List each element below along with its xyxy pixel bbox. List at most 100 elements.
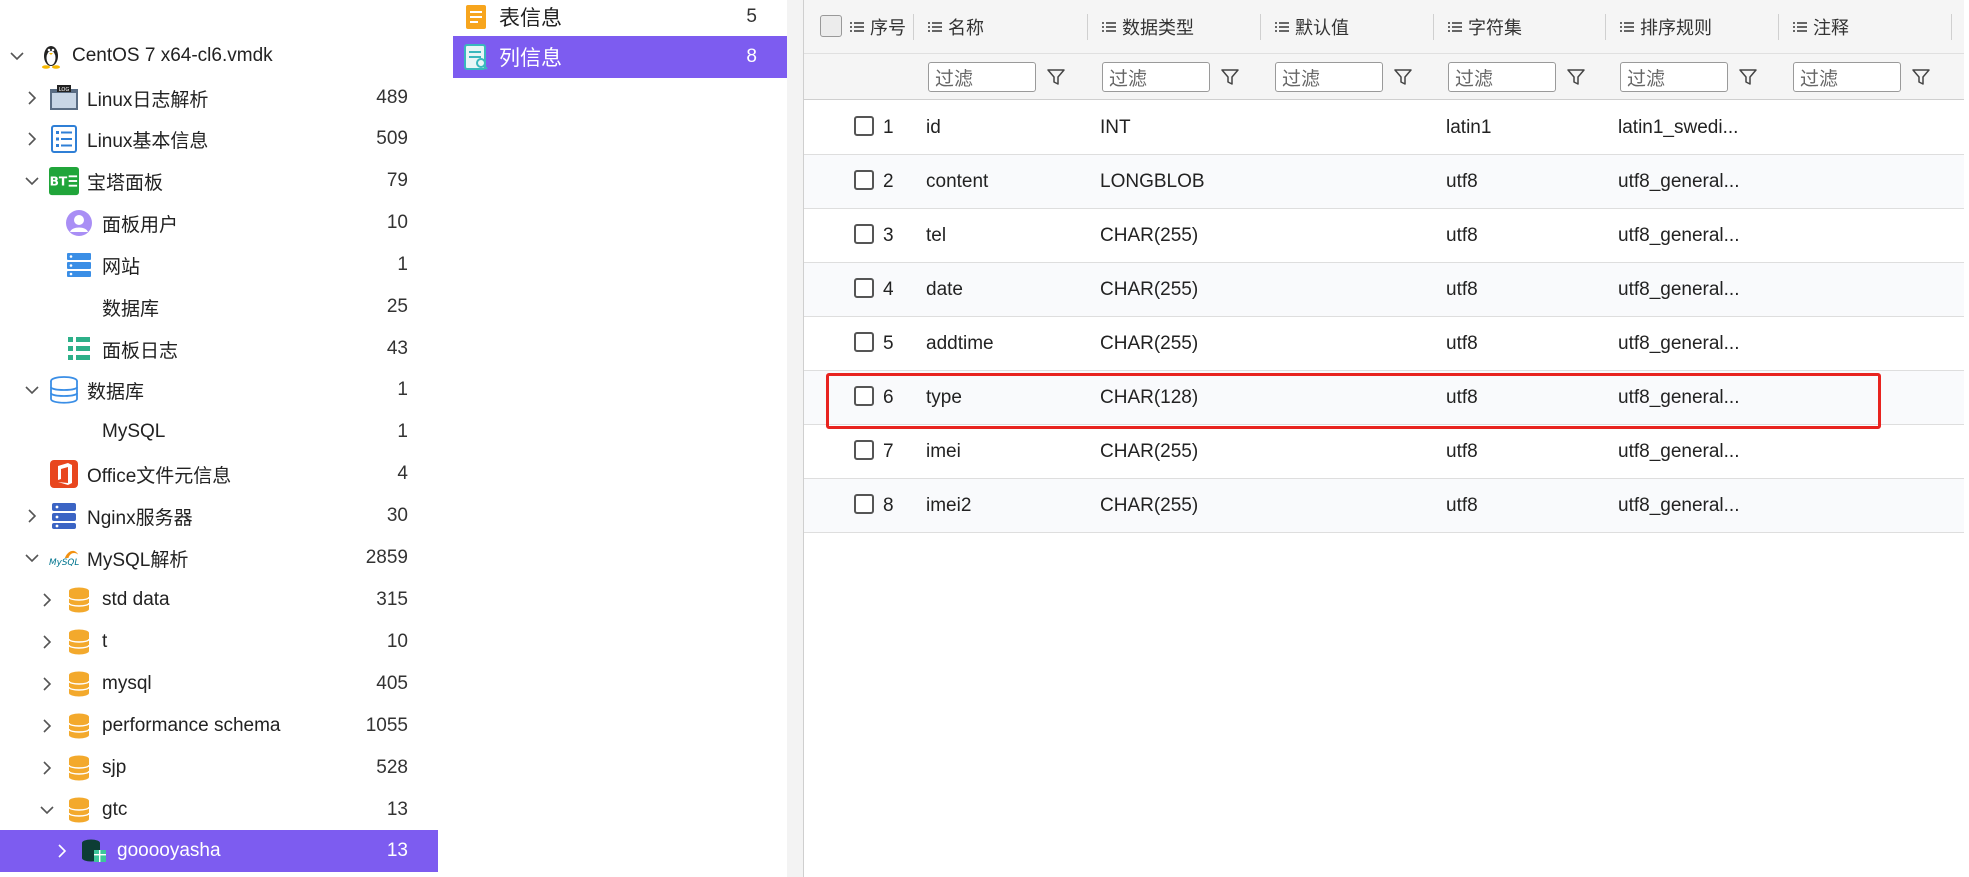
tree-item-count: 4 [397, 463, 408, 484]
chevron-down-icon[interactable] [9, 48, 25, 64]
chevron-down-icon[interactable] [24, 173, 40, 189]
tree-item[interactable]: MySQL 1 [0, 411, 438, 453]
chevron-right-icon[interactable] [39, 718, 55, 734]
table-row[interactable]: 8 imei2 CHAR(255) utf8 utf8_general... [804, 479, 1964, 533]
row-checkbox[interactable] [854, 332, 874, 352]
table-row[interactable]: 1 id INT latin1 latin1_swedi... [804, 101, 1964, 155]
tree-item-label: 宝塔面板 [87, 172, 164, 194]
column-separator[interactable] [1951, 14, 1952, 40]
column-separator[interactable] [913, 14, 914, 40]
column-separator[interactable] [1605, 14, 1606, 40]
column-header[interactable]: 数据类型 [1102, 0, 1261, 54]
chevron-right-icon[interactable] [39, 676, 55, 692]
row-checkbox[interactable] [854, 494, 874, 514]
column-separator[interactable] [1778, 14, 1779, 40]
select-all-checkbox[interactable] [820, 15, 842, 37]
table-row[interactable]: 2 content LONGBLOB utf8 utf8_general... [804, 155, 1964, 209]
tree-item[interactable]: 数据库 25 [0, 286, 438, 328]
tree-item[interactable]: LOG Linux日志解析 489 [0, 77, 438, 119]
tree-item[interactable]: gtc 13 [0, 789, 438, 831]
column-menu-icon[interactable] [1102, 20, 1116, 34]
tree-item[interactable]: BT 宝塔面板 79 [0, 160, 438, 202]
column-menu-icon[interactable] [1448, 20, 1462, 34]
tree-item-label: Office文件元信息 [87, 465, 232, 487]
tree-item-label: sjp [102, 757, 127, 778]
filter-input[interactable]: 过滤 [1448, 62, 1556, 92]
column-header[interactable]: 排序规则 [1620, 0, 1779, 54]
chevron-down-icon[interactable] [24, 550, 40, 566]
tree-item[interactable]: t 10 [0, 621, 438, 663]
chevron-right-icon[interactable] [24, 90, 40, 106]
tree-item[interactable]: 网站 1 [0, 244, 438, 286]
row-checkbox[interactable] [854, 440, 874, 460]
filter-input[interactable]: 过滤 [1102, 62, 1210, 92]
column-separator[interactable] [1260, 14, 1261, 40]
filter-input[interactable]: 过滤 [1275, 62, 1383, 92]
tree-item[interactable]: 数据库 1 [0, 369, 438, 411]
column-menu-icon[interactable] [1793, 20, 1807, 34]
chevron-down-icon[interactable] [39, 802, 55, 818]
tree-item[interactable]: CentOS 7 x64-cl6.vmdk [0, 35, 438, 77]
chevron-right-icon[interactable] [24, 508, 40, 524]
table-row[interactable]: 5 addtime CHAR(255) utf8 utf8_general... [804, 317, 1964, 371]
tree-item[interactable]: Nginx服务器 30 [0, 495, 438, 537]
tree-item[interactable]: 面板用户 10 [0, 202, 438, 244]
chevron-down-icon[interactable] [24, 382, 40, 398]
table-row[interactable]: 3 tel CHAR(255) utf8 utf8_general... [804, 209, 1964, 263]
db-cylinder-icon [64, 585, 94, 615]
chevron-right-icon[interactable] [39, 592, 55, 608]
column-header[interactable]: 序号 [850, 0, 914, 54]
filter-input[interactable]: 过滤 [1620, 62, 1728, 92]
info-list-item[interactable]: 表信息 5 [453, 0, 787, 38]
chevron-right-icon[interactable] [54, 843, 70, 859]
filter-icon[interactable] [1393, 67, 1413, 87]
column-menu-icon[interactable] [1275, 20, 1289, 34]
filter-input[interactable]: 过滤 [1793, 62, 1901, 92]
tree-item[interactable]: MySQL MySQL解析 2859 [0, 537, 438, 579]
column-header[interactable]: 名称 [928, 0, 1088, 54]
column-separator[interactable] [1087, 14, 1088, 40]
tree-item[interactable]: performance schema 1055 [0, 705, 438, 747]
tree-item[interactable]: 面板日志 43 [0, 328, 438, 370]
filter-icon[interactable] [1046, 67, 1066, 87]
tree-item-label: 网站 [102, 256, 141, 278]
tree-item[interactable]: std data 315 [0, 579, 438, 621]
tree-item[interactable]: Linux基本信息 509 [0, 118, 438, 160]
table-row[interactable]: 7 imei CHAR(255) utf8 utf8_general... [804, 425, 1964, 479]
row-checkbox[interactable] [854, 224, 874, 244]
row-number: 7 [883, 441, 894, 462]
row-checkbox[interactable] [854, 116, 874, 136]
column-header[interactable]: 默认值 [1275, 0, 1434, 54]
column-header[interactable]: 注释 [1793, 0, 1952, 54]
chevron-right-icon[interactable] [39, 760, 55, 776]
row-checkbox[interactable] [854, 278, 874, 298]
tree-item[interactable]: Office文件元信息 4 [0, 453, 438, 495]
chevron-right-icon[interactable] [24, 131, 40, 147]
table-row[interactable]: 4 date CHAR(255) utf8 utf8_general... [804, 263, 1964, 317]
filter-input[interactable]: 过滤 [928, 62, 1036, 92]
filter-icon[interactable] [1566, 67, 1586, 87]
column-header[interactable]: 字符集 [1448, 0, 1606, 54]
column-menu-icon[interactable] [850, 20, 864, 34]
tree-item-count: 405 [376, 673, 408, 694]
filter-icon[interactable] [1911, 67, 1931, 87]
tree-item[interactable]: gooooyasha 13 [0, 830, 438, 872]
column-header-label: 数据类型 [1122, 18, 1194, 38]
table-row[interactable]: 6 type CHAR(128) utf8 utf8_general... [804, 371, 1964, 425]
panel-divider[interactable] [787, 0, 803, 877]
info-list-item[interactable]: 列信息 8 [453, 36, 787, 78]
cell-collation: utf8_general... [1618, 171, 1740, 192]
row-checkbox[interactable] [854, 170, 874, 190]
tree-item[interactable]: mysql 405 [0, 663, 438, 705]
row-checkbox[interactable] [854, 386, 874, 406]
cell-collation: utf8_general... [1618, 441, 1740, 462]
chevron-right-icon[interactable] [39, 634, 55, 650]
filter-icon[interactable] [1738, 67, 1758, 87]
row-number: 5 [883, 333, 894, 354]
column-menu-icon[interactable] [928, 20, 942, 34]
column-separator[interactable] [1433, 14, 1434, 40]
column-menu-icon[interactable] [1620, 20, 1634, 34]
filter-icon[interactable] [1220, 67, 1240, 87]
row-number: 8 [883, 495, 894, 516]
tree-item[interactable]: sjp 528 [0, 747, 438, 789]
